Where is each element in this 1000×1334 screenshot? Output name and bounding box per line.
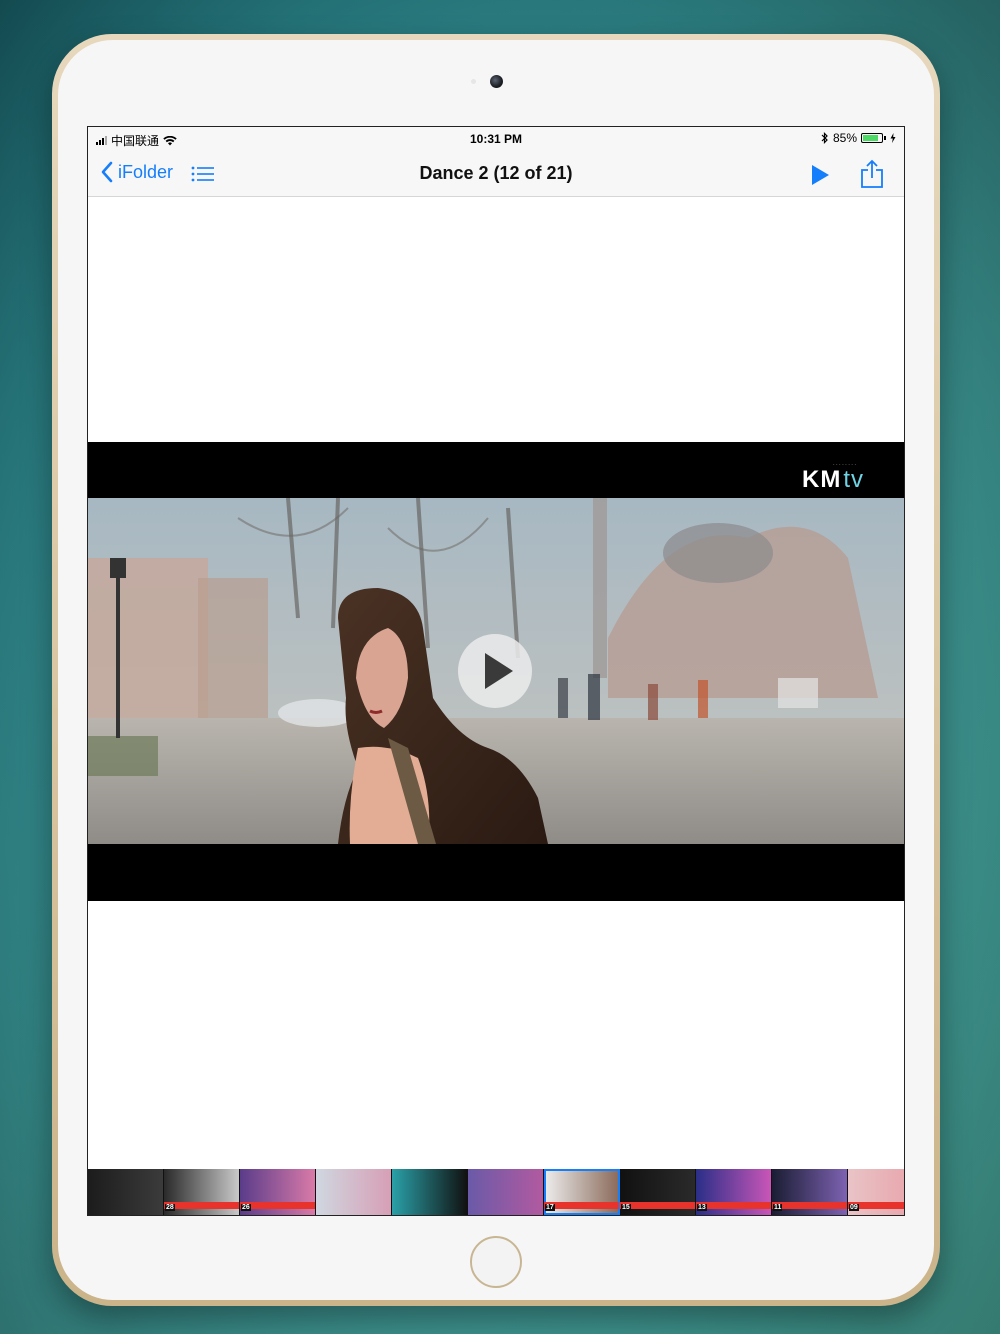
play-triangle-icon bbox=[485, 653, 513, 689]
content-area: · · · · · · · · KMtv bbox=[88, 197, 904, 1169]
status-bar: 中国联通 10:31 PM 85% bbox=[88, 127, 904, 151]
thumbnail-caption-bar bbox=[240, 1202, 315, 1209]
video-play-button[interactable] bbox=[458, 634, 532, 708]
filmstrip-thumbnail[interactable]: 28 bbox=[164, 1169, 240, 1215]
thumbnail-caption-bar bbox=[696, 1202, 771, 1209]
play-icon[interactable] bbox=[808, 163, 832, 187]
thumbnail-caption-bar bbox=[164, 1202, 239, 1209]
filmstrip-thumbnail[interactable]: 13 bbox=[696, 1169, 772, 1215]
share-icon[interactable] bbox=[858, 159, 886, 189]
proximity-sensor bbox=[471, 79, 476, 84]
home-button[interactable] bbox=[470, 1236, 522, 1288]
navigation-bar: iFolder Dance 2 (12 of 21) bbox=[88, 151, 904, 197]
video-player[interactable]: · · · · · · · · KMtv bbox=[88, 442, 904, 901]
battery-percent: 85% bbox=[832, 131, 857, 145]
device-screen: 中国联通 10:31 PM 85% iFolder Dance 2 (12 of… bbox=[87, 126, 905, 1216]
filmstrip-thumbnail[interactable]: 26 bbox=[240, 1169, 316, 1215]
thumbnail-number: 09 bbox=[849, 1204, 859, 1211]
thumbnail-number: 17 bbox=[545, 1204, 555, 1211]
battery-tip bbox=[884, 136, 886, 140]
thumbnail-caption-bar bbox=[772, 1202, 847, 1209]
front-camera bbox=[490, 75, 503, 88]
thumbnail-number: 13 bbox=[697, 1204, 707, 1211]
thumbnail-number: 15 bbox=[621, 1204, 631, 1211]
status-right: 85% bbox=[821, 131, 896, 145]
status-time: 10:31 PM bbox=[469, 132, 523, 146]
video-watermark: KMtv bbox=[802, 466, 864, 494]
filmstrip-thumbnail[interactable]: 09 bbox=[848, 1169, 904, 1215]
filmstrip-thumbnail[interactable]: 15 bbox=[620, 1169, 696, 1215]
battery-icon bbox=[861, 133, 883, 143]
thumbnail-filmstrip[interactable]: 2826171513110907 bbox=[88, 1169, 904, 1215]
filmstrip-thumbnail[interactable]: 17 bbox=[544, 1169, 620, 1215]
thumbnail-number: 26 bbox=[241, 1204, 251, 1211]
page-title: Dance 2 (12 of 21) bbox=[419, 163, 573, 183]
thumbnail-caption-bar bbox=[620, 1202, 695, 1209]
battery-fill bbox=[863, 135, 879, 141]
watermark-brand: KM bbox=[802, 466, 842, 493]
bluetooth-icon bbox=[821, 132, 828, 144]
watermark-suffix: tv bbox=[843, 466, 864, 493]
thumbnail-number: 28 bbox=[165, 1204, 175, 1211]
thumbnail-number: 11 bbox=[773, 1204, 783, 1211]
filmstrip-thumbnail[interactable]: 11 bbox=[772, 1169, 848, 1215]
filmstrip-thumbnail[interactable] bbox=[468, 1169, 544, 1215]
filmstrip-thumbnail[interactable] bbox=[88, 1169, 164, 1215]
filmstrip-thumbnail[interactable] bbox=[316, 1169, 392, 1215]
filmstrip-thumbnail[interactable] bbox=[392, 1169, 468, 1215]
thumbnail-caption-bar bbox=[544, 1202, 619, 1209]
charging-icon bbox=[890, 133, 896, 143]
